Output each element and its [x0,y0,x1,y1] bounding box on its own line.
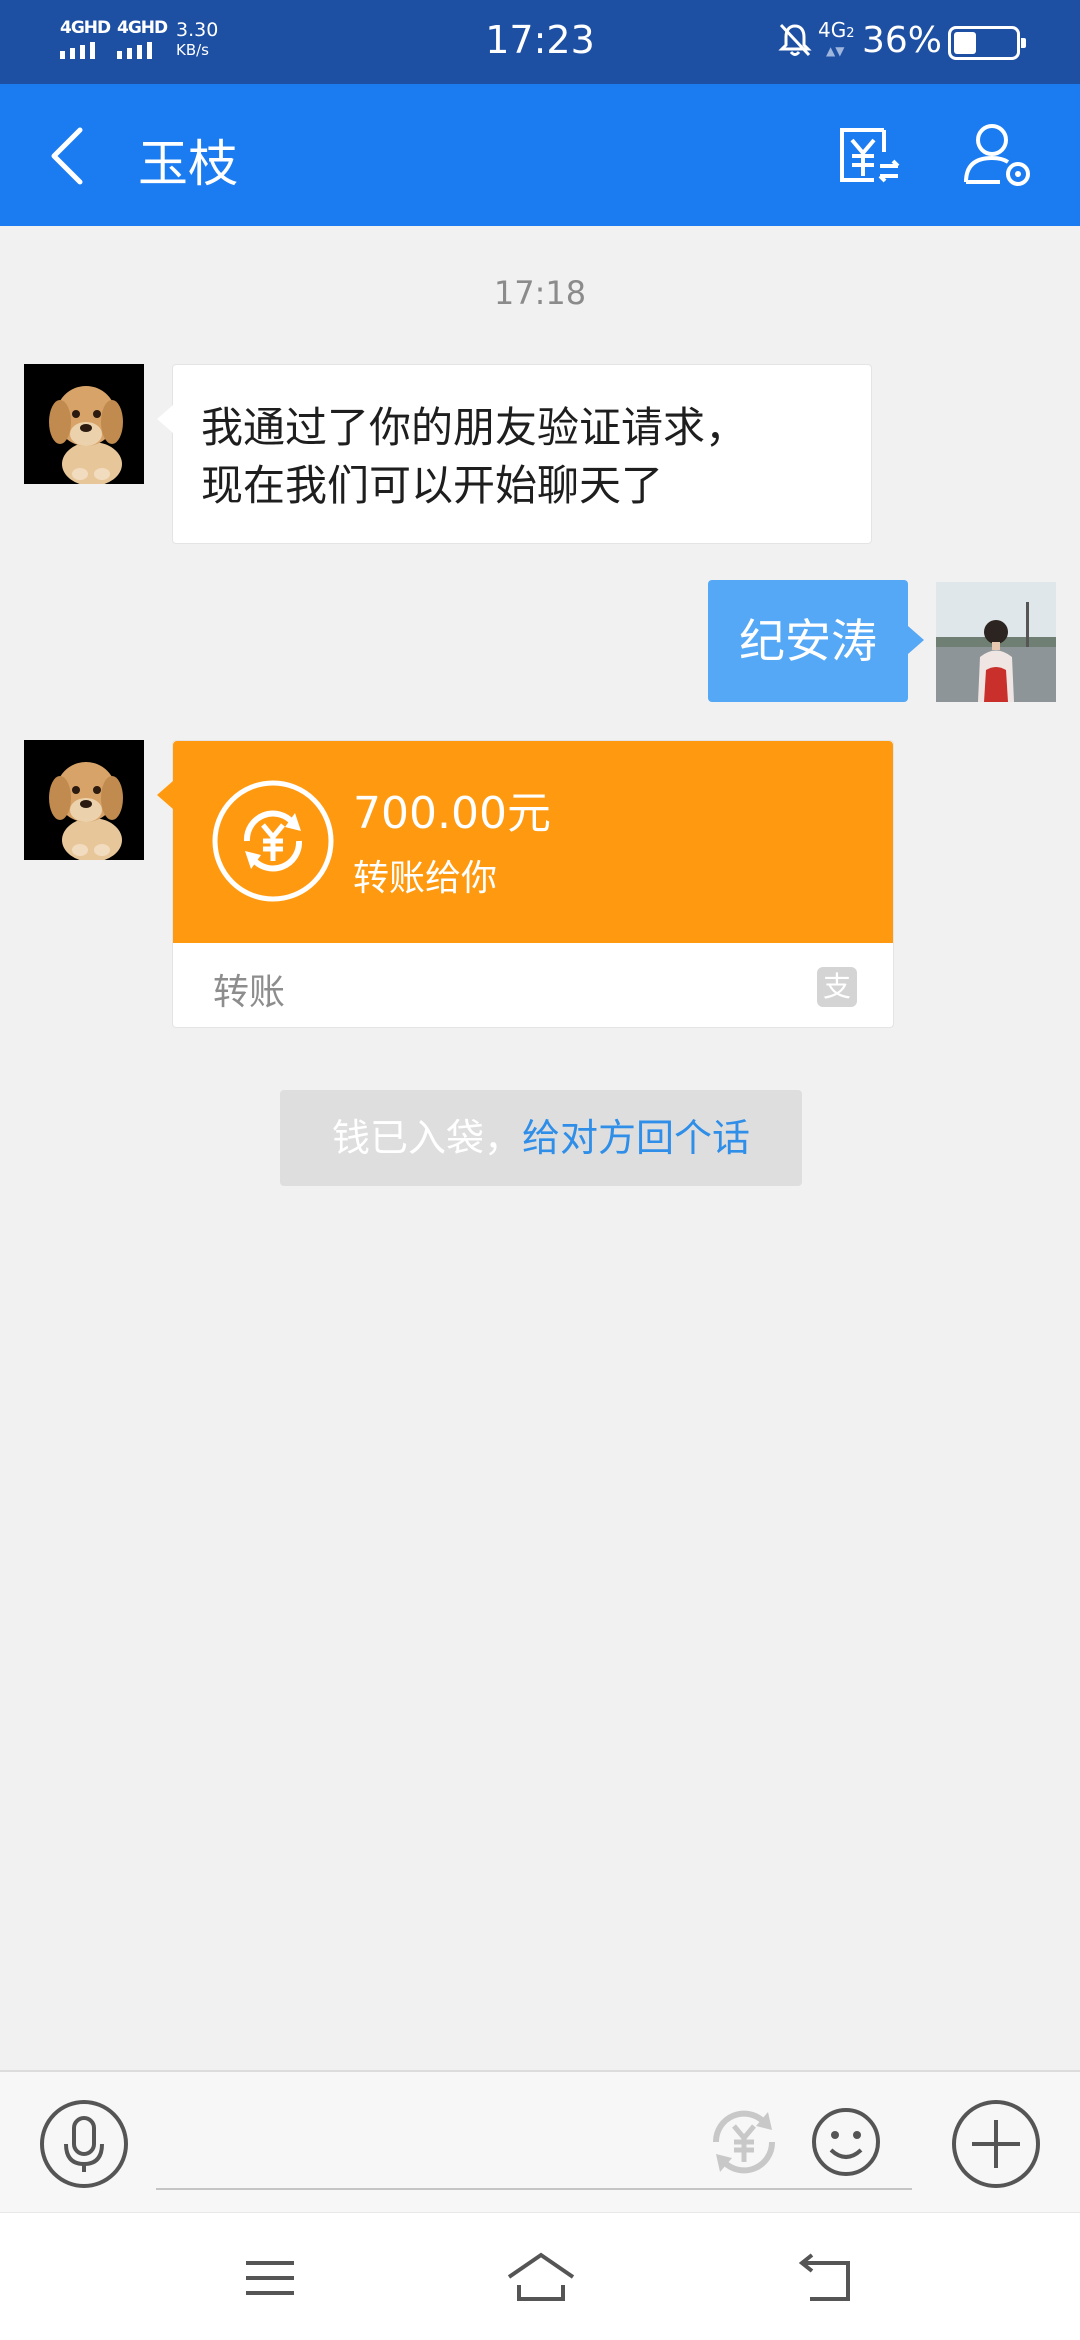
battery-percent: 36% [862,20,943,61]
bell-muted-icon [778,23,812,57]
reply-link[interactable]: 给对方回个话 [522,1116,750,1160]
message-input[interactable] [156,2188,912,2190]
system-nav-bar [0,2212,1080,2340]
voice-button[interactable] [38,2098,130,2190]
transfer-amount: 700.00元 [353,788,551,839]
system-notice: 钱已入袋，给对方回个话 [280,1090,802,1186]
yuan-transfer-icon [840,128,900,183]
back-button[interactable] [40,120,100,192]
dog-avatar-image [24,740,144,860]
message-text-line-1: 我通过了你的朋友验证请求， [201,403,748,452]
microphone-icon [40,2100,128,2188]
smile-icon [812,2108,880,2176]
network-type-label: 4G [818,18,847,42]
contact-avatar[interactable] [24,740,144,860]
home-icon[interactable] [505,2249,577,2305]
contact-avatar[interactable] [24,364,144,484]
red-packet-button[interactable] [706,2104,782,2180]
transfer-message-card[interactable]: 700.00元 转账给你 转账 支 [157,740,894,1028]
network-type: 4G2 ▲▼ [818,18,855,58]
dog-avatar-image [24,364,144,484]
incoming-message-bubble[interactable]: 我通过了你的朋友验证请求， 现在我们可以开始聊天了 [157,364,872,544]
message-text-line-2: 现在我们可以开始聊天了 [201,461,664,510]
person-avatar-image [936,582,1056,702]
transfer-description: 转账给你 [353,858,498,899]
transfer-yuan-icon [212,780,334,902]
transfer-button[interactable] [834,120,904,190]
system-notice-text: 钱已入袋， [331,1116,522,1160]
transfer-type-label: 转账 [213,972,286,1013]
user-settings-icon [964,124,1030,186]
status-bar: 4GHD 4GHD 3.30 KB/s 17:23 4G2 ▲▼ 36% [0,0,1080,84]
battery-level [954,32,976,54]
chat-input-bar [0,2070,1080,2212]
data-arrows-icon: ▲▼ [826,44,845,58]
contact-settings-button[interactable] [960,120,1034,190]
network-type-sub: 2 [846,26,855,41]
plus-icon [952,2100,1040,2188]
alipay-icon: 支 [817,967,857,1007]
back-icon[interactable] [792,2249,854,2305]
more-options-button[interactable] [950,2098,1042,2190]
chat-timestamp: 17:18 [493,274,587,312]
menu-icon[interactable] [240,2253,300,2303]
chat-title: 玉枝 [138,135,238,193]
outgoing-message-bubble[interactable]: 纪安涛 [708,580,924,702]
yuan-icon [712,2110,776,2174]
my-avatar[interactable] [936,582,1056,702]
battery-icon [948,26,1026,60]
transfer-card-header: 700.00元 转账给你 [173,741,893,943]
emoji-button[interactable] [810,2106,882,2178]
chat-header: 玉枝 [0,84,1080,226]
